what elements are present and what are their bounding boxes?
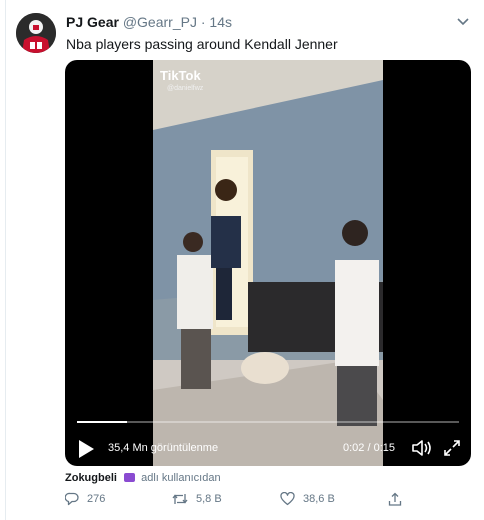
share-icon	[388, 492, 402, 506]
timeline-divider	[5, 0, 6, 520]
share-button[interactable]	[388, 490, 410, 508]
reply-icon	[65, 492, 79, 506]
play-icon[interactable]	[77, 439, 95, 459]
tweet-header: PJ Gear @Gearr_PJ · 14s	[66, 14, 468, 34]
retweet-button[interactable]: 5,8 B	[172, 490, 222, 508]
fullscreen-icon[interactable]	[443, 439, 461, 457]
view-count: 35,4 Mn görüntülenme	[108, 442, 219, 454]
user-handle[interactable]: @Gearr_PJ	[123, 14, 197, 30]
display-name[interactable]: PJ Gear	[66, 14, 119, 30]
retweet-icon	[172, 494, 188, 504]
heart-icon	[280, 492, 295, 506]
tiktok-username: @danielfwz	[167, 85, 204, 92]
chevron-down-icon[interactable]	[456, 17, 470, 27]
avatar-image	[16, 13, 56, 53]
video-attribution: Zokugbeli adlı kullanıcıdan	[65, 472, 221, 484]
video-timer: 0:02 / 0:15	[343, 442, 395, 454]
reply-button[interactable]: 276	[65, 490, 105, 508]
tweet-text: Nba players passing around Kendall Jenne…	[66, 36, 338, 52]
tiktok-watermark: TikTok	[160, 68, 201, 83]
video-frame	[153, 60, 383, 466]
separator-dot: ·	[200, 14, 206, 30]
attribution-note: adlı kullanıcıdan	[141, 472, 221, 484]
like-count: 38,6 B	[303, 493, 335, 505]
volume-icon[interactable]	[411, 438, 433, 458]
video-player[interactable]: TikTok @danielfwz 35,4 Mn görüntülenme 0…	[65, 60, 471, 466]
retweet-count: 5,8 B	[196, 493, 222, 505]
video-progress-fill	[77, 421, 127, 423]
avatar[interactable]	[16, 13, 56, 53]
purple-badge-icon	[124, 473, 136, 482]
timestamp[interactable]: 14s	[209, 14, 232, 30]
attribution-user[interactable]: Zokugbeli	[65, 472, 117, 484]
video-progress-bar[interactable]	[77, 421, 459, 423]
reply-count: 276	[87, 493, 106, 505]
like-button[interactable]: 38,6 B	[280, 490, 335, 508]
